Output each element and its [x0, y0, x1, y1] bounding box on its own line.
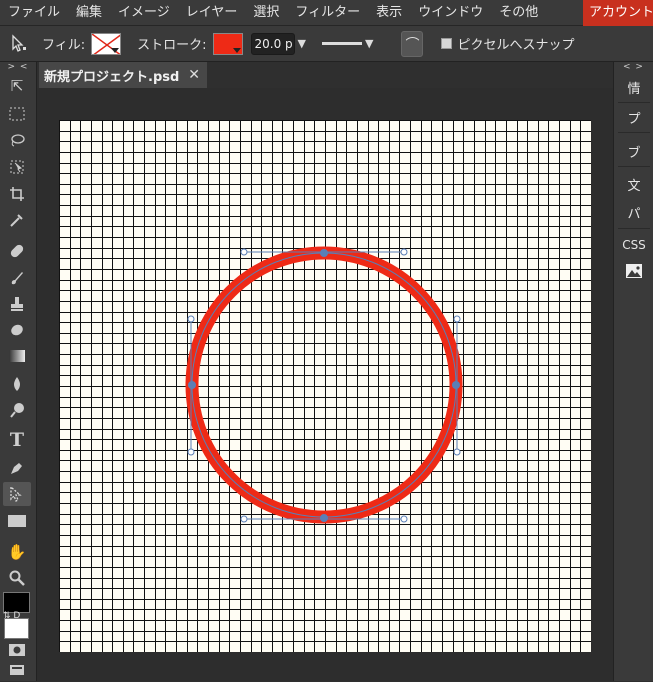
image-icon — [626, 264, 642, 278]
stroke-width-dropdown-icon[interactable]: ▼ — [298, 37, 306, 50]
right-panel-dock: < > 情 プ ブ 文 パ CSS — [613, 62, 653, 681]
anchor-point — [320, 514, 328, 522]
hand-tool-icon[interactable]: ✋ — [3, 540, 31, 564]
foreground-color-swatch[interactable] — [3, 592, 30, 613]
tools-panel: > < ⇱ T ✋ ⇅ D — [0, 62, 37, 681]
close-icon[interactable]: ✕ — [188, 67, 200, 83]
menu-bar: ファイル 編集 イメージ レイヤー 選択 フィルター 表示 ウインドウ その他 … — [0, 0, 653, 26]
bezier-handle — [187, 448, 195, 456]
document-tab-title: 新規プロジェクト.psd — [44, 69, 180, 85]
anchor-point — [320, 249, 328, 257]
menu-file[interactable]: ファイル — [0, 0, 68, 26]
bezier-handle — [453, 448, 461, 456]
fill-color-swatch[interactable] — [91, 32, 122, 55]
screen-mode-icon[interactable] — [3, 658, 31, 682]
menu-layer[interactable]: レイヤー — [178, 0, 246, 26]
rectangle-tool-icon[interactable] — [3, 509, 31, 533]
document-tab-bar: 新規プロジェクト.psd ✕ — [37, 62, 613, 88]
panel-divider — [618, 132, 650, 133]
anchor-point — [452, 381, 460, 389]
anchor-point — [188, 381, 196, 389]
menu-view[interactable]: 表示 — [368, 0, 410, 26]
panel-character-tab[interactable]: 文 — [614, 175, 653, 194]
menu-more[interactable]: その他 — [491, 0, 546, 26]
bezier-handle — [400, 515, 408, 523]
chevron-down-icon — [111, 47, 120, 53]
bezier-handle — [400, 248, 408, 256]
background-color-swatch[interactable] — [4, 618, 29, 639]
circle-shape — [185, 246, 463, 524]
menu-account[interactable]: アカウント — [583, 0, 653, 26]
eraser-tool-icon[interactable] — [3, 318, 31, 342]
document-canvas[interactable] — [59, 120, 591, 652]
panel-properties-tab[interactable]: プ — [614, 108, 653, 127]
panel-image-tab[interactable] — [614, 264, 653, 282]
panel-info-tab[interactable]: 情 — [614, 78, 653, 97]
gradient-tool-icon[interactable] — [3, 344, 31, 368]
path-select-tool-icon[interactable] — [3, 482, 31, 506]
snap-to-pixel-checkbox[interactable] — [441, 38, 453, 49]
corner-style-button[interactable]: ⌒ — [401, 30, 424, 57]
canvas-grid — [59, 120, 591, 652]
panel-divider — [618, 166, 650, 167]
stroke-label: ストローク: — [137, 38, 207, 53]
menu-image[interactable]: イメージ — [110, 0, 178, 26]
chevron-down-icon — [232, 47, 241, 53]
lasso-tool-icon[interactable] — [3, 128, 31, 152]
bezier-handle — [240, 248, 248, 256]
bezier-handle — [187, 315, 195, 323]
dodge-tool-icon[interactable] — [3, 398, 31, 422]
canvas-workspace — [37, 88, 613, 681]
tool-options-bar: フィル: ストローク: 20.0 p ▼ ▼ ⌒ ピクセルへスナップ — [0, 26, 653, 62]
bezier-handle — [453, 315, 461, 323]
marquee-tool-icon[interactable] — [3, 102, 31, 126]
direct-select-icon — [10, 33, 30, 54]
panel-divider — [618, 228, 650, 229]
fill-label: フィル: — [42, 38, 86, 53]
menu-window[interactable]: ウインドウ — [410, 0, 491, 26]
stroke-color-swatch[interactable] — [212, 32, 243, 55]
brush-tool-icon[interactable] — [3, 266, 31, 290]
bezier-handle — [240, 515, 248, 523]
document-tab[interactable]: 新規プロジェクト.psd ✕ — [39, 62, 207, 88]
panel-paragraph-tab[interactable]: パ — [614, 203, 653, 222]
corner-icon: ⌒ — [405, 36, 420, 53]
toolbar-collapse-toggle[interactable]: > < — [0, 62, 36, 72]
menu-edit[interactable]: 編集 — [68, 0, 110, 26]
line-style-preview[interactable] — [321, 42, 362, 45]
snap-to-pixel-label: ピクセルへスナップ — [457, 38, 575, 53]
swap-colors-icon[interactable]: ⇅ D — [3, 611, 20, 621]
panel-brush-tab[interactable]: ブ — [614, 142, 653, 161]
healing-tool-icon[interactable] — [3, 239, 31, 263]
quick-select-tool-icon[interactable] — [3, 155, 31, 179]
move-tool-icon[interactable]: ⇱ — [3, 74, 31, 98]
right-panel-collapse-toggle[interactable]: < > — [614, 62, 653, 72]
canvas-artwork — [59, 120, 591, 652]
blur-tool-icon[interactable] — [3, 372, 31, 396]
stamp-tool-icon[interactable] — [3, 292, 31, 316]
crop-tool-icon[interactable] — [3, 182, 31, 206]
menu-select[interactable]: 選択 — [245, 0, 287, 26]
zoom-tool-icon[interactable] — [3, 566, 31, 590]
stroke-width-input[interactable]: 20.0 p — [250, 32, 295, 55]
text-tool-icon[interactable]: T — [3, 428, 31, 452]
pen-tool-icon[interactable] — [3, 456, 31, 480]
line-style-dropdown-icon[interactable]: ▼ — [365, 37, 373, 50]
menu-filter[interactable]: フィルター — [287, 0, 368, 26]
panel-divider — [618, 102, 650, 103]
eyedropper-tool-icon[interactable] — [3, 208, 31, 232]
panel-css-tab[interactable]: CSS — [614, 238, 653, 252]
